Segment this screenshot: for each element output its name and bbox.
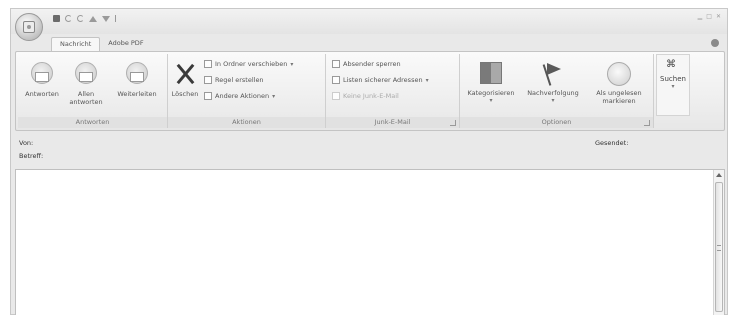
move-to-folder-label: In Ordner verschieben <box>215 60 288 68</box>
mark-unread-icon <box>607 62 631 86</box>
create-rule-button[interactable]: Regel erstellen <box>204 76 264 84</box>
followup-button[interactable]: Nachverfolgung ▾ <box>522 62 584 105</box>
previous-item-icon[interactable] <box>89 15 97 22</box>
chevron-down-icon: ▾ <box>272 92 276 100</box>
reply-button[interactable]: Antworten <box>22 62 62 98</box>
binoculars-icon: ⌘ <box>666 59 676 70</box>
folder-move-icon <box>204 60 212 68</box>
reply-icon <box>31 62 53 84</box>
chevron-down-icon: ▾ <box>489 97 493 104</box>
sent-label: Gesendet: <box>595 139 629 147</box>
categorize-icon <box>480 62 502 84</box>
group-label-antworten: Antworten <box>18 117 167 128</box>
forward-label: Weiterleiten <box>117 90 157 98</box>
next-item-icon[interactable] <box>102 15 110 22</box>
scroll-up-icon[interactable] <box>716 173 722 177</box>
redo-icon[interactable] <box>77 15 84 22</box>
dialog-launcher-icon[interactable] <box>644 120 650 126</box>
chevron-down-icon: ▾ <box>290 60 294 68</box>
delete-button[interactable]: Löschen <box>170 62 200 98</box>
subject-label: Betreff: <box>19 152 44 160</box>
group-label-junk: Junk-E-Mail <box>326 117 459 128</box>
not-junk-button[interactable]: Keine Junk-E-Mail <box>332 92 399 100</box>
not-junk-label: Keine Junk-E-Mail <box>343 92 399 100</box>
flag-icon <box>542 62 564 86</box>
create-rule-label: Regel erstellen <box>215 76 264 84</box>
group-antworten: Antworten Allen antworten Weiterleiten A… <box>18 54 168 128</box>
vertical-scrollbar[interactable] <box>713 170 724 315</box>
close-icon[interactable]: ✕ <box>716 13 721 20</box>
ribbon: Antworten Allen antworten Weiterleiten A… <box>15 51 725 131</box>
from-label: Von: <box>19 139 34 147</box>
maximize-icon[interactable]: □ <box>706 13 712 20</box>
group-label-optionen: Optionen <box>460 117 653 128</box>
save-icon[interactable] <box>53 15 60 22</box>
group-optionen: Kategorisieren ▾ Nachverfolgung ▾ Als un… <box>460 54 654 128</box>
dialog-launcher-icon[interactable] <box>450 120 456 126</box>
tab-adobe-pdf[interactable]: Adobe PDF <box>100 37 151 51</box>
find-button[interactable]: ⌘ Suchen ▾ <box>656 54 690 116</box>
block-sender-label: Absender sperren <box>343 60 401 68</box>
group-aktionen: Löschen In Ordner verschieben ▾ Regel er… <box>168 54 326 128</box>
customize-toolbar-icon[interactable] <box>115 15 120 22</box>
reply-all-label: Allen antworten <box>69 90 103 106</box>
message-body[interactable] <box>15 169 725 315</box>
rule-icon <box>204 76 212 84</box>
forward-button[interactable]: Weiterleiten <box>112 62 162 98</box>
chevron-down-icon: ▾ <box>425 76 429 84</box>
reply-all-icon <box>75 62 97 84</box>
group-label-aktionen: Aktionen <box>168 117 325 128</box>
group-junk: Absender sperren Listen sicherer Adresse… <box>326 54 460 128</box>
block-sender-icon <box>332 60 340 68</box>
reply-label: Antworten <box>25 90 59 98</box>
categorize-label: Kategorisieren <box>467 89 515 97</box>
message-window: ▁ □ ✕ Nachricht Adobe PDF Antworten Alle… <box>10 8 728 315</box>
chevron-down-icon: ▾ <box>671 83 675 90</box>
mark-unread-button[interactable]: Als ungelesen markieren <box>590 62 648 105</box>
minimize-icon[interactable]: ▁ <box>698 13 703 20</box>
reply-all-button[interactable]: Allen antworten <box>66 62 106 106</box>
undo-icon[interactable] <box>65 15 72 22</box>
help-icon[interactable] <box>711 39 719 47</box>
followup-label: Nachverfolgung <box>527 89 579 97</box>
delete-label: Löschen <box>171 90 199 98</box>
ribbon-tabs: Nachricht Adobe PDF <box>51 37 152 51</box>
office-button[interactable] <box>15 13 43 41</box>
safe-lists-icon <box>332 76 340 84</box>
grip-icon <box>717 245 721 251</box>
title-bar: ▁ □ ✕ <box>11 9 727 34</box>
message-header: Von: Betreff: Gesendet: <box>15 135 725 165</box>
move-to-folder-button[interactable]: In Ordner verschieben ▾ <box>204 60 293 68</box>
quick-access-toolbar <box>53 15 120 22</box>
mark-unread-label: Als ungelesen markieren <box>596 89 642 105</box>
forward-icon <box>126 62 148 84</box>
other-actions-button[interactable]: Andere Aktionen ▾ <box>204 92 275 100</box>
group-find: ⌘ Suchen ▾ <box>656 54 692 128</box>
delete-icon <box>174 62 196 86</box>
safe-lists-label: Listen sicherer Adressen <box>343 76 423 84</box>
find-label: Suchen <box>660 75 686 83</box>
categorize-button[interactable]: Kategorisieren ▾ <box>464 62 518 105</box>
not-junk-icon <box>332 92 340 100</box>
chevron-down-icon: ▾ <box>551 97 555 104</box>
office-logo-icon <box>23 21 35 33</box>
window-controls: ▁ □ ✕ <box>698 13 721 20</box>
other-actions-label: Andere Aktionen <box>215 92 270 100</box>
tab-nachricht[interactable]: Nachricht <box>51 37 101 51</box>
safe-lists-button[interactable]: Listen sicherer Adressen ▾ <box>332 76 429 84</box>
block-sender-button[interactable]: Absender sperren <box>332 60 401 68</box>
scroll-thumb[interactable] <box>715 182 723 312</box>
other-actions-icon <box>204 92 212 100</box>
